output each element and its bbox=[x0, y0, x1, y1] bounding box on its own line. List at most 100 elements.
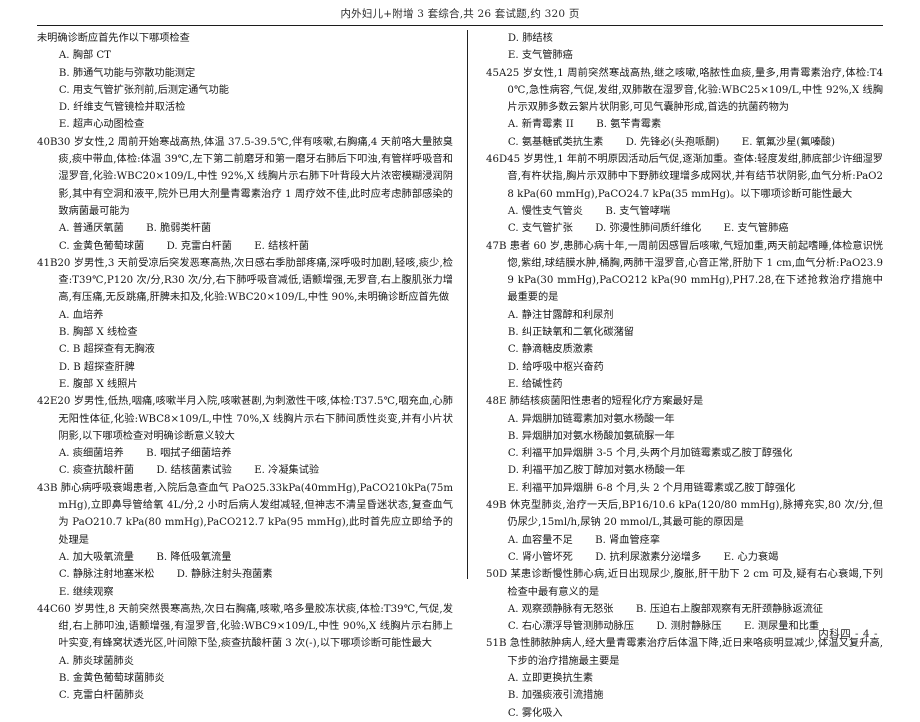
option-row: E. 支气管肺癌 bbox=[486, 47, 883, 64]
option-row: C. 金黄色葡萄球菌 D. 克雷白杆菌 E. 结核杆菌 bbox=[37, 238, 453, 255]
answer-option[interactable]: D. 先锋必(头孢哌酮) bbox=[626, 134, 720, 151]
answer-option[interactable]: C. 痰查抗酸杆菌 bbox=[59, 462, 134, 479]
answer-option[interactable]: E. 冷凝集试验 bbox=[254, 462, 319, 479]
option-row: C. 静滴糖皮质激素 bbox=[486, 341, 883, 358]
option-row: B. 金黄色葡萄球菌肺炎 bbox=[37, 670, 453, 687]
answer-option[interactable]: B. 肾血管痉挛 bbox=[595, 532, 660, 549]
answer-option[interactable]: E. 腹部 X 线照片 bbox=[59, 376, 138, 393]
answer-option[interactable]: B. 压迫右上腹部观察有无肝颈静脉返流征 bbox=[636, 601, 823, 618]
answer-option[interactable]: D. 测肘静脉压 bbox=[656, 618, 721, 635]
answer-option[interactable]: E. 心力衰竭 bbox=[724, 549, 779, 566]
answer-option[interactable]: A. 立即更换抗生素 bbox=[508, 670, 593, 687]
question-stem: 未明确诊断应首先作以下哪项检查 bbox=[37, 33, 190, 44]
option-row: A. 肺炎球菌肺炎 bbox=[37, 653, 453, 670]
option-list: A. 加大吸氧流量 B. 降低吸氧流量 C. 静脉注射地塞米松 D. 静脉注射头孢菌素… bbox=[37, 549, 453, 601]
answer-option[interactable]: C. 氨基糖甙类抗生素 bbox=[508, 134, 603, 151]
answer-option[interactable]: E. 氧氟沙星(氟嗪酸) bbox=[742, 134, 835, 151]
answer-option[interactable]: B. 金黄色葡萄球菌肺炎 bbox=[59, 670, 165, 687]
question-stem: 48E 肺结核痰菌阳性患者的短程化疗方案最好是 bbox=[486, 396, 704, 408]
answer-option[interactable]: A. 胸部 CT bbox=[59, 47, 111, 64]
answer-option[interactable]: C. 金黄色葡萄球菌 bbox=[59, 238, 144, 255]
answer-option[interactable]: E. 支气管肺癌 bbox=[508, 47, 573, 64]
option-row: C. 雾化吸入 bbox=[486, 705, 883, 722]
question-block: 49B 休克型肺炎,治疗一天后,BP16/10.6 kPa(120/80 mmH… bbox=[486, 497, 883, 566]
answer-option[interactable]: D. 利福平加乙胺丁醇加对氨水杨酸一年 bbox=[508, 462, 685, 479]
answer-option[interactable]: B. 氨苄青霉素 bbox=[596, 116, 661, 133]
answer-option[interactable]: B. 支气管哮喘 bbox=[605, 203, 670, 220]
answer-option[interactable]: C. B 超探查有无胸液 bbox=[59, 341, 155, 358]
answer-option[interactable]: C. 肾小管坏死 bbox=[508, 549, 573, 566]
answer-option[interactable]: D. 抗利尿激素分泌增多 bbox=[595, 549, 701, 566]
option-row: E. 给碱性药 bbox=[486, 376, 883, 393]
question-block: 46D45 岁男性,1 年前不明原因活动后气促,逐渐加重。查体:轻度发绀,肺底部… bbox=[486, 151, 883, 237]
option-row: B. 胸部 X 线检查 bbox=[37, 324, 453, 341]
running-header: 内外妇儿+附增 3 套综合,共 26 套试题,约 320 页 bbox=[340, 8, 580, 20]
answer-option[interactable]: C. 支气管扩张 bbox=[508, 220, 573, 237]
answer-option[interactable]: B. 加强痰液引流措施 bbox=[508, 687, 603, 704]
answer-option[interactable]: E. 给碱性药 bbox=[508, 376, 563, 393]
option-row: D. 肺结核 bbox=[486, 30, 883, 47]
question-stem: 49B 休克型肺炎,治疗一天后,BP16/10.6 kPa(120/80 mmH… bbox=[486, 500, 883, 529]
answer-option[interactable]: A. 新青霉素 II bbox=[508, 116, 574, 133]
answer-option[interactable]: E. 测尿量和比重 bbox=[744, 618, 819, 635]
answer-option[interactable]: A. 普通厌氧菌 bbox=[59, 220, 124, 237]
left-column: 未明确诊断应首先作以下哪项检查 A. 胸部 CT B. 肺通气功能与弥散功能测定 C.… bbox=[37, 30, 467, 701]
answer-option[interactable]: C. 克雷白杆菌肺炎 bbox=[59, 687, 144, 704]
answer-option[interactable]: A. 痰细菌培养 bbox=[59, 445, 124, 462]
answer-option[interactable]: A. 血容量不足 bbox=[508, 532, 573, 549]
answer-option[interactable]: D. B 超探查肝脾 bbox=[59, 359, 135, 376]
option-row: C. 静脉注射地塞米松 D. 静脉注射头孢菌素 bbox=[37, 566, 453, 583]
answer-option[interactable]: A. 异烟肼加链霉素加对氨水杨酸一年 bbox=[508, 411, 675, 428]
answer-option[interactable]: B. 肺通气功能与弥散功能测定 bbox=[59, 65, 195, 82]
answer-option[interactable]: D. 纤维支气管镜检并取活检 bbox=[59, 99, 185, 116]
answer-option[interactable]: D. 静脉注射头孢菌素 bbox=[177, 566, 273, 583]
answer-option[interactable]: C. 利福平加异烟肼 3-5 个月,头两个月加链霉素或乙胺丁醇强化 bbox=[508, 445, 793, 462]
answer-option[interactable]: A. 慢性支气管炎 bbox=[508, 203, 583, 220]
option-row: A. 加大吸氧流量 B. 降低吸氧流量 bbox=[37, 549, 453, 566]
answer-option[interactable]: B. 异烟肼加对氨水杨酸加氨硫脲一年 bbox=[508, 428, 675, 445]
answer-option[interactable]: A. 静注甘露醇和利尿剂 bbox=[508, 307, 614, 324]
option-row: A. 胸部 CT bbox=[37, 47, 453, 64]
answer-option[interactable]: E. 超声心动图检查 bbox=[59, 116, 144, 133]
option-row: C. 利福平加异烟肼 3-5 个月,头两个月加链霉素或乙胺丁醇强化 bbox=[486, 445, 883, 462]
answer-option[interactable]: B. 咽拭子细菌培养 bbox=[146, 445, 231, 462]
answer-option[interactable]: A. 加大吸氧流量 bbox=[59, 549, 134, 566]
answer-option[interactable]: C. 静脉注射地塞米松 bbox=[59, 566, 154, 583]
answer-option[interactable]: C. 右心漂浮导管测肺动脉压 bbox=[508, 618, 634, 635]
answer-option[interactable]: D. 结核菌素试验 bbox=[156, 462, 231, 479]
option-list: A. 慢性支气管炎 B. 支气管哮喘 C. 支气管扩张 D. 弥漫性肺间质纤维化 E. … bbox=[486, 203, 883, 238]
option-row: A. 慢性支气管炎 B. 支气管哮喘 bbox=[486, 203, 883, 220]
answer-option[interactable]: D. 给呼吸中枢兴奋药 bbox=[508, 359, 604, 376]
question-stem: 46D45 岁男性,1 年前不明原因活动后气促,逐渐加重。查体:轻度发绀,肺底部… bbox=[486, 154, 883, 200]
answer-option[interactable]: B. 胸部 X 线检查 bbox=[59, 324, 138, 341]
answer-option[interactable]: A. 肺炎球菌肺炎 bbox=[59, 653, 134, 670]
option-row: A. 静注甘露醇和利尿剂 bbox=[486, 307, 883, 324]
answer-option[interactable]: E. 利福平加异烟肼 6-8 个月,头 2 个月用链霉素或乙胺丁醇强化 bbox=[508, 480, 795, 497]
option-row: E. 继续观察 bbox=[37, 584, 453, 601]
answer-option[interactable]: D. 肺结核 bbox=[508, 30, 553, 47]
answer-option[interactable]: E. 结核杆菌 bbox=[254, 238, 309, 255]
two-column-body: 未明确诊断应首先作以下哪项检查 A. 胸部 CT B. 肺通气功能与弥散功能测定 C.… bbox=[37, 30, 883, 719]
question-block: D. 肺结核 E. 支气管肺癌 bbox=[486, 30, 883, 65]
answer-option[interactable]: C. 静滴糖皮质激素 bbox=[508, 341, 593, 358]
answer-option[interactable]: C. 雾化吸入 bbox=[508, 705, 563, 722]
answer-option[interactable]: B. 降低吸氧流量 bbox=[156, 549, 231, 566]
question-stem: 47B 患者 60 岁,患肺心病十年,一周前因感冒后咳嗽,气短加重,两天前起嗜睡… bbox=[486, 240, 883, 304]
question-block: 50D 某患诊断慢性肺心病,近日出现尿少,腹胀,肝干肋下 2 cm 可及,疑有右… bbox=[486, 566, 883, 635]
answer-option[interactable]: E. 支气管肺癌 bbox=[724, 220, 789, 237]
question-block: 41B20 岁男性,3 天前受凉后突发恶寒高热,次日感右季肋部疼痛,深呼吸时加剧… bbox=[37, 255, 453, 393]
option-row: B. 纠正缺氧和二氧化碳潴留 bbox=[486, 324, 883, 341]
answer-option[interactable]: E. 继续观察 bbox=[59, 584, 114, 601]
question-block: 未明确诊断应首先作以下哪项检查 A. 胸部 CT B. 肺通气功能与弥散功能测定 C.… bbox=[37, 30, 453, 134]
answer-option[interactable]: B. 脆弱类杆菌 bbox=[146, 220, 211, 237]
question-block: 47B 患者 60 岁,患肺心病十年,一周前因感冒后咳嗽,气短加重,两天前起嗜睡… bbox=[486, 238, 883, 394]
answer-option[interactable]: A. 血培养 bbox=[59, 307, 103, 324]
answer-option[interactable]: A. 观察颈静脉有无怒张 bbox=[508, 601, 614, 618]
answer-option[interactable]: D. 克雷白杆菌 bbox=[167, 238, 232, 255]
answer-option[interactable]: C. 用支气管扩张剂前,后测定通气功能 bbox=[59, 82, 229, 99]
option-row: C. 氨基糖甙类抗生素 D. 先锋必(头孢哌酮) E. 氧氟沙星(氟嗪酸) bbox=[486, 134, 883, 151]
option-list: A. 静注甘露醇和利尿剂 B. 纠正缺氧和二氧化碳潴留 C. 静滴糖皮质激素 D. 给… bbox=[486, 307, 883, 393]
answer-option[interactable]: B. 纠正缺氧和二氧化碳潴留 bbox=[508, 324, 634, 341]
option-row: A. 新青霉素 II B. 氨苄青霉素 bbox=[486, 116, 883, 133]
answer-option[interactable]: D. 弥漫性肺间质纤维化 bbox=[595, 220, 701, 237]
